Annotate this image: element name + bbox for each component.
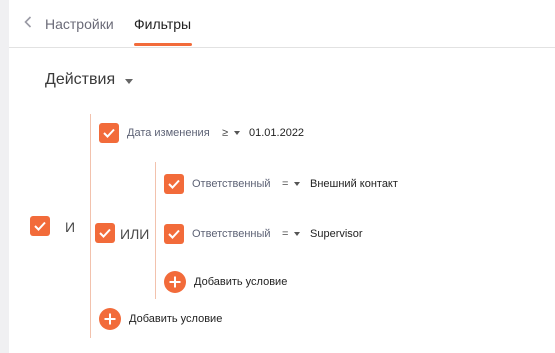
caret-down-icon [234,131,241,135]
add-condition-label[interactable]: Добавить условие [129,313,222,325]
active-tab-indicator [134,43,192,46]
root-group-bracket [90,114,91,338]
plus-icon [169,276,181,288]
add-condition-label[interactable]: Добавить условие [194,276,287,288]
actions-dropdown[interactable]: Действия [45,71,134,89]
check-icon [103,128,115,138]
condition-field-responsible: Ответственный [192,178,271,190]
plus-icon [104,313,116,325]
tab-settings[interactable]: Настройки [45,15,114,33]
condition-checkbox-responsible-2[interactable] [164,224,184,244]
check-icon [168,179,180,189]
condition-checkbox-responsible-1[interactable] [164,174,184,194]
operator-value: = [282,178,289,190]
left-edge-panel [0,0,9,353]
root-group-checkbox[interactable] [30,216,50,236]
check-icon [34,221,46,231]
caret-down-icon [294,232,301,236]
actions-label: Действия [45,71,116,88]
condition-field-date: Дата изменения [127,127,210,139]
condition-value-responsible[interactable]: Supervisor [310,228,363,240]
condition-field-responsible: Ответственный [192,228,271,240]
operator-value: ≥ [222,127,229,139]
condition-operator-dropdown[interactable]: ≥ [222,127,241,139]
chevron-left-icon[interactable] [20,13,36,31]
caret-down-icon [294,182,301,186]
condition-operator-dropdown[interactable]: = [282,178,301,190]
operator-value: = [282,228,289,240]
check-icon [168,229,180,239]
or-group-checkbox[interactable] [95,223,115,243]
caret-down-icon [125,78,134,84]
condition-value-date[interactable]: 01.01.2022 [249,127,304,139]
condition-operator-dropdown[interactable]: = [282,228,301,240]
tab-bar: Настройки Фильтры [9,0,555,48]
add-condition-button[interactable] [99,308,121,330]
condition-checkbox-date[interactable] [99,123,119,143]
or-operator-label: ИЛИ [120,226,150,242]
condition-value-responsible[interactable]: Внешний контакт [310,178,398,190]
tab-filters[interactable]: Фильтры [134,15,191,33]
add-condition-button[interactable] [164,271,186,293]
root-operator-label: И [65,219,76,235]
check-icon [99,228,111,238]
or-group-bracket [155,162,156,299]
